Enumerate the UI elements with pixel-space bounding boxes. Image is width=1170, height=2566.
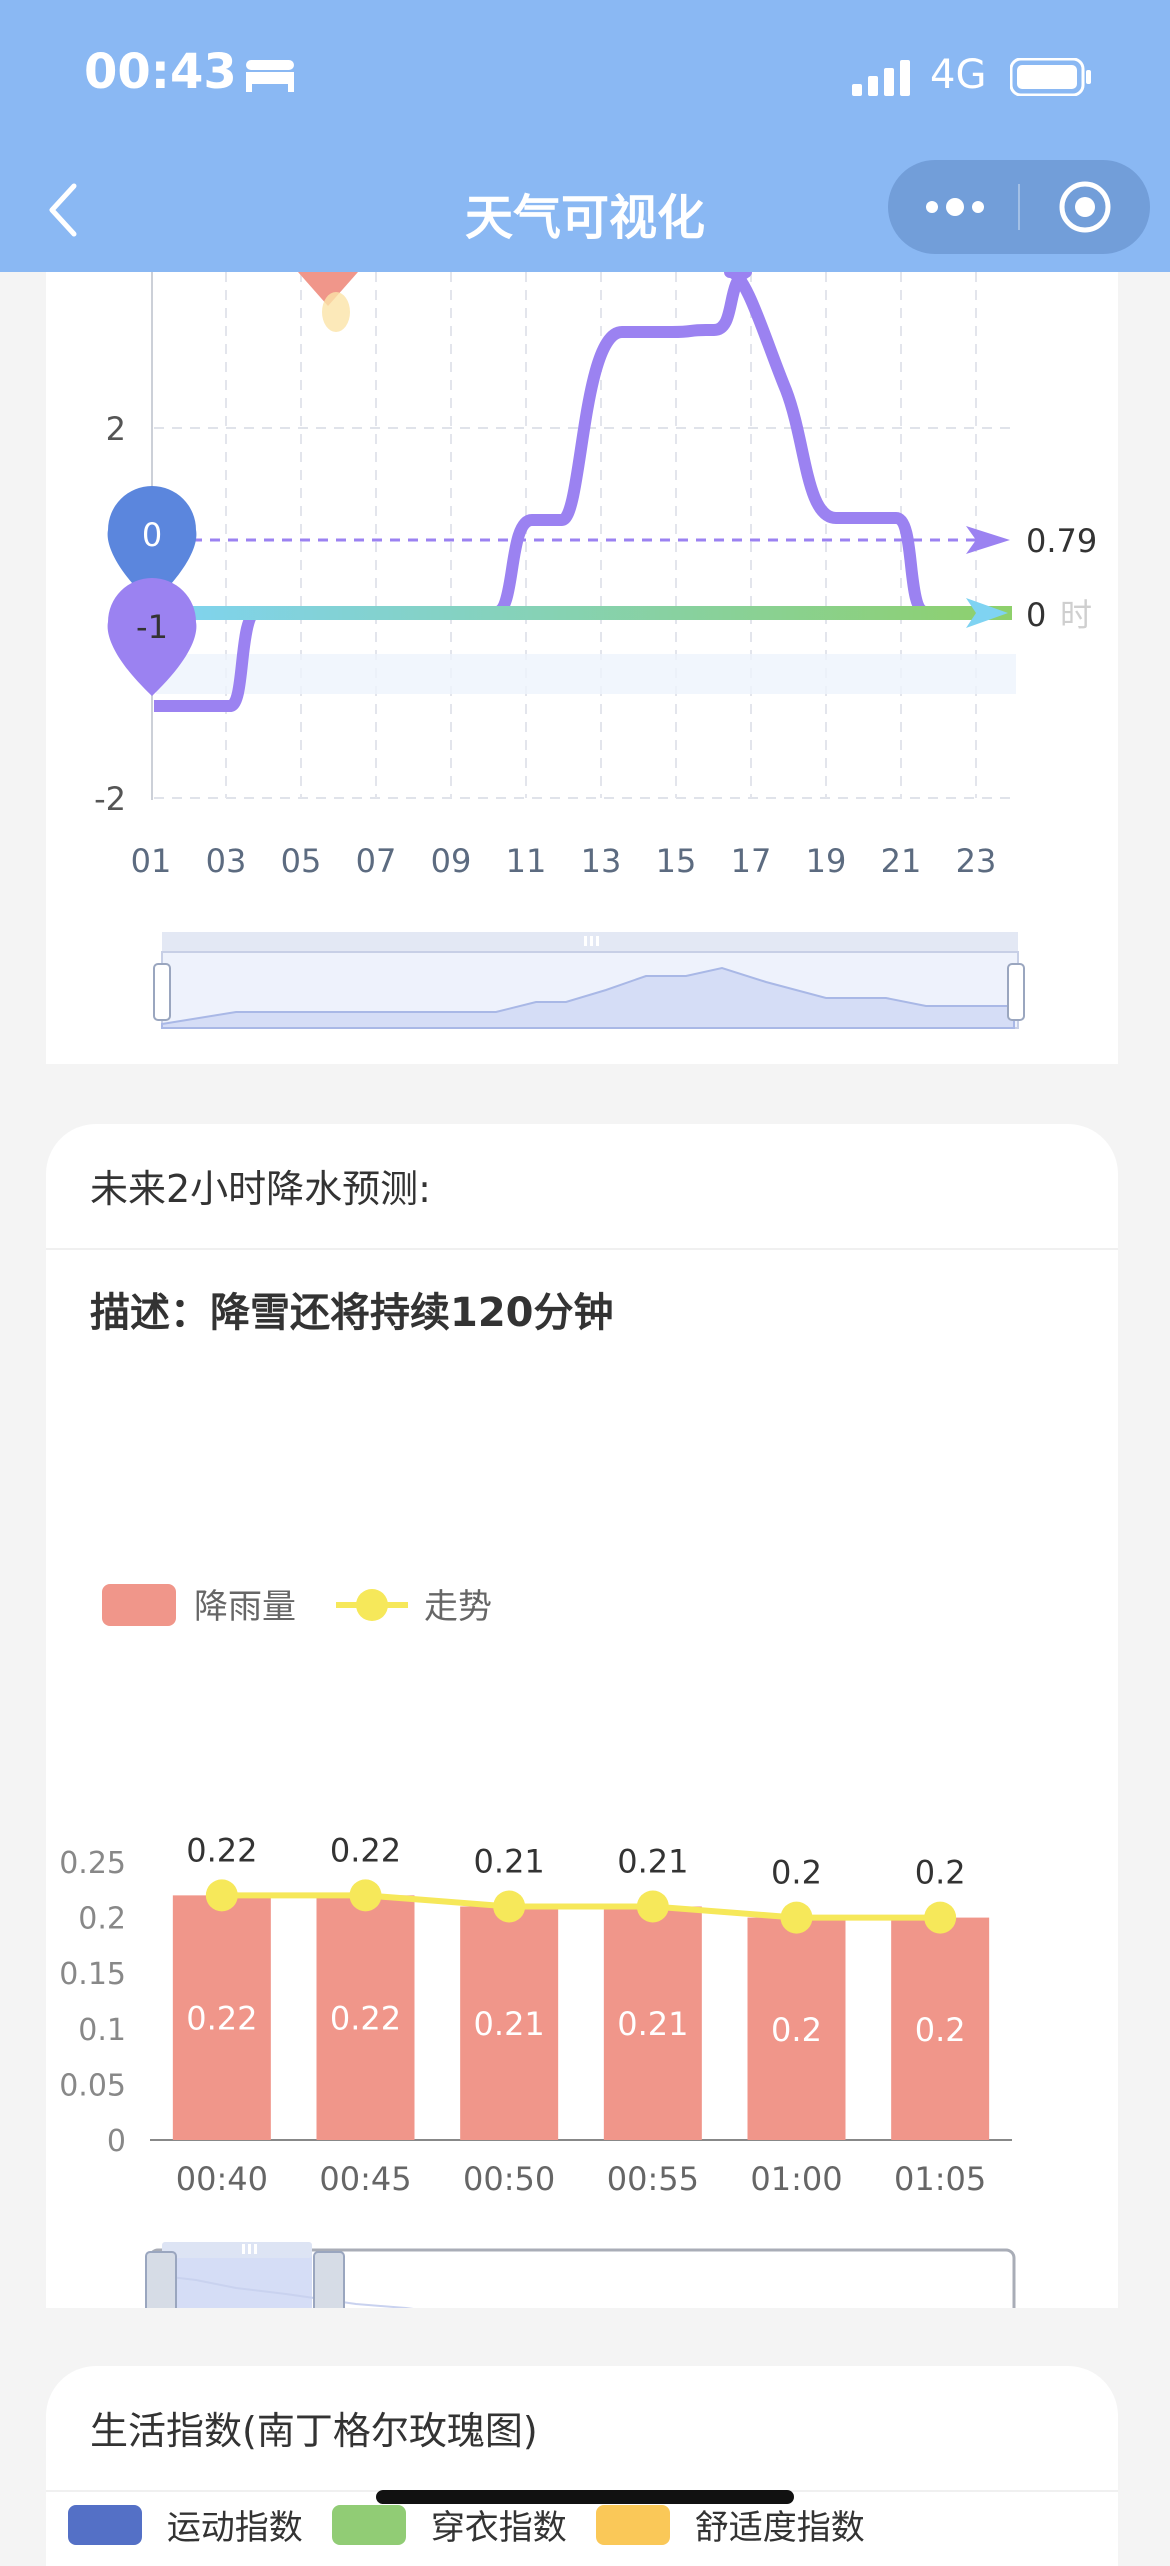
trend-point[interactable] xyxy=(349,1879,382,1912)
network-type: 4G xyxy=(930,52,987,98)
close-miniapp-icon[interactable] xyxy=(1058,180,1112,234)
x-tick: 19 xyxy=(806,842,847,880)
legend-label: 舒适度指数 xyxy=(694,2508,865,2548)
datazoom-left-handle[interactable] xyxy=(153,963,171,1021)
legend-bar-swatch xyxy=(102,1584,176,1626)
x-tick-label: 00:40 xyxy=(176,2160,268,2198)
x-tick: 01 xyxy=(131,842,172,880)
status-bar: 00:43 4G xyxy=(0,0,1170,150)
y-tick-2: 2 xyxy=(106,410,126,448)
capsule-divider xyxy=(1018,184,1020,230)
avg-markline-label: 0.79 xyxy=(1026,522,1097,560)
x-axis-labels: 00:40 00:45 00:50 00:55 01:00 01:05 xyxy=(176,2160,987,2198)
bar-inside-label: 0.2 xyxy=(915,2011,966,2049)
y-tick-label: 0.15 xyxy=(59,1957,126,1992)
x-tick: 07 xyxy=(356,842,397,880)
x-tick-label: 00:55 xyxy=(607,2160,699,2198)
legend-label: 运动指数 xyxy=(166,2508,303,2548)
x-tick-label: 01:05 xyxy=(894,2160,986,2198)
bar-top-label: 0.2 xyxy=(915,1854,966,1892)
precipitation-chart: 降雨量 走势 00.050.10.150.20.25 0.220.220.220… xyxy=(59,1584,1016,2308)
legend-bar-label: 降雨量 xyxy=(194,1587,296,1627)
status-time: 00:43 xyxy=(84,44,237,100)
zero-markline xyxy=(156,606,1012,620)
x-tick: 05 xyxy=(281,842,322,880)
home-indicator[interactable] xyxy=(376,2490,794,2504)
y-tick-label: 0.2 xyxy=(78,1902,126,1937)
bar-top-label: 0.2 xyxy=(771,1854,822,1892)
x-tick: 03 xyxy=(206,842,247,880)
trend-point[interactable] xyxy=(780,1901,813,1934)
life-legend-item[interactable]: 穿衣指数 xyxy=(332,2500,567,2549)
trend-point[interactable] xyxy=(924,1901,957,1934)
temperature-line xyxy=(154,266,936,712)
x-tick: 23 xyxy=(956,842,997,880)
signal-icon xyxy=(852,60,910,96)
x-tick-label: 01:00 xyxy=(750,2160,842,2198)
trend-point[interactable] xyxy=(205,1879,238,1912)
svg-text:-1: -1 xyxy=(136,608,168,646)
bar-inside-label: 0.2 xyxy=(771,2011,822,2049)
bar-series: 0.22 0.22 0.22 0.22 0.21 0.21 0.21 0.21 0.2 0.2 0.… xyxy=(172,1831,990,2140)
x-tick: 13 xyxy=(581,842,622,880)
temperature-chart: 0.79 0 时 0 -1 2 -2 01 03 05 07 09 11 13 … xyxy=(94,266,1097,1029)
sleep-mode-icon xyxy=(246,60,294,92)
trend-point[interactable] xyxy=(493,1890,526,1923)
life-legend-item[interactable]: 舒适度指数 xyxy=(596,2500,865,2549)
zero-markline-label: 0 xyxy=(1026,596,1046,634)
svg-text:0: 0 xyxy=(142,516,162,554)
bar-inside-label: 0.22 xyxy=(186,2000,257,2038)
legend-line-label: 走势 xyxy=(424,1587,492,1627)
y-tick-label: 0.1 xyxy=(78,2013,126,2048)
legend-label: 穿衣指数 xyxy=(430,2508,567,2548)
temperature-chart-card: 0.79 0 时 0 -1 2 -2 01 03 05 07 09 11 13 … xyxy=(46,266,1118,1064)
bar-inside-label: 0.21 xyxy=(617,2005,688,2043)
bar-top-label: 0.21 xyxy=(617,1842,688,1880)
zero-markline-unit: 时 xyxy=(1060,596,1092,634)
chart-legend[interactable]: 降雨量 走势 xyxy=(102,1584,492,1627)
x-tick: 21 xyxy=(881,842,922,880)
miniapp-capsule xyxy=(888,160,1150,254)
y-tick-label: 0.25 xyxy=(59,1846,126,1881)
legend-swatch xyxy=(596,2504,670,2545)
life-index-card-title: 生活指数(南丁格尔玫瑰图) xyxy=(90,2409,538,2453)
x-tick: 17 xyxy=(731,842,772,880)
datazoom-right-handle[interactable] xyxy=(1007,963,1025,1021)
precipitation-datazoom[interactable] xyxy=(145,2242,1016,2308)
x-tick-label: 00:45 xyxy=(319,2160,411,2198)
precipitation-card: 未来2小时降水预测: 描述：降雪还将持续120分钟 降雨量 走势 0 0.05 0.… xyxy=(46,1124,1118,2308)
datazoom-left-handle[interactable] xyxy=(145,2251,177,2308)
temperature-datazoom[interactable] xyxy=(153,932,1025,1029)
y-tick-neg2: -2 xyxy=(94,780,126,818)
trend-point[interactable] xyxy=(636,1890,669,1923)
battery-icon xyxy=(1010,58,1091,96)
life-legend-item[interactable]: 运动指数 xyxy=(68,2500,303,2549)
bar-top-label: 0.21 xyxy=(474,1842,545,1880)
y-tick-label: 0 xyxy=(107,2124,126,2159)
x-tick: 15 xyxy=(656,842,697,880)
bar-inside-label: 0.21 xyxy=(474,2005,545,2043)
more-icon[interactable] xyxy=(920,190,990,224)
x-tick: 11 xyxy=(506,842,547,880)
legend-swatch xyxy=(68,2504,142,2545)
x-tick: 09 xyxy=(431,842,472,880)
datazoom-right-handle[interactable] xyxy=(313,2251,345,2308)
bar-top-label: 0.22 xyxy=(330,1831,401,1869)
bar-top-label: 0.22 xyxy=(186,1831,257,1869)
x-tick-label: 00:50 xyxy=(463,2160,555,2198)
y-axis-labels: 0 0.05 0.1 0.15 0.2 0.25 xyxy=(59,1846,126,2159)
bar-inside-label: 0.22 xyxy=(330,2000,401,2038)
y-tick-label: 0.05 xyxy=(59,2068,126,2103)
precipitation-card-title: 未来2小时降水预测: xyxy=(90,1167,431,1211)
legend-swatch xyxy=(332,2504,406,2545)
